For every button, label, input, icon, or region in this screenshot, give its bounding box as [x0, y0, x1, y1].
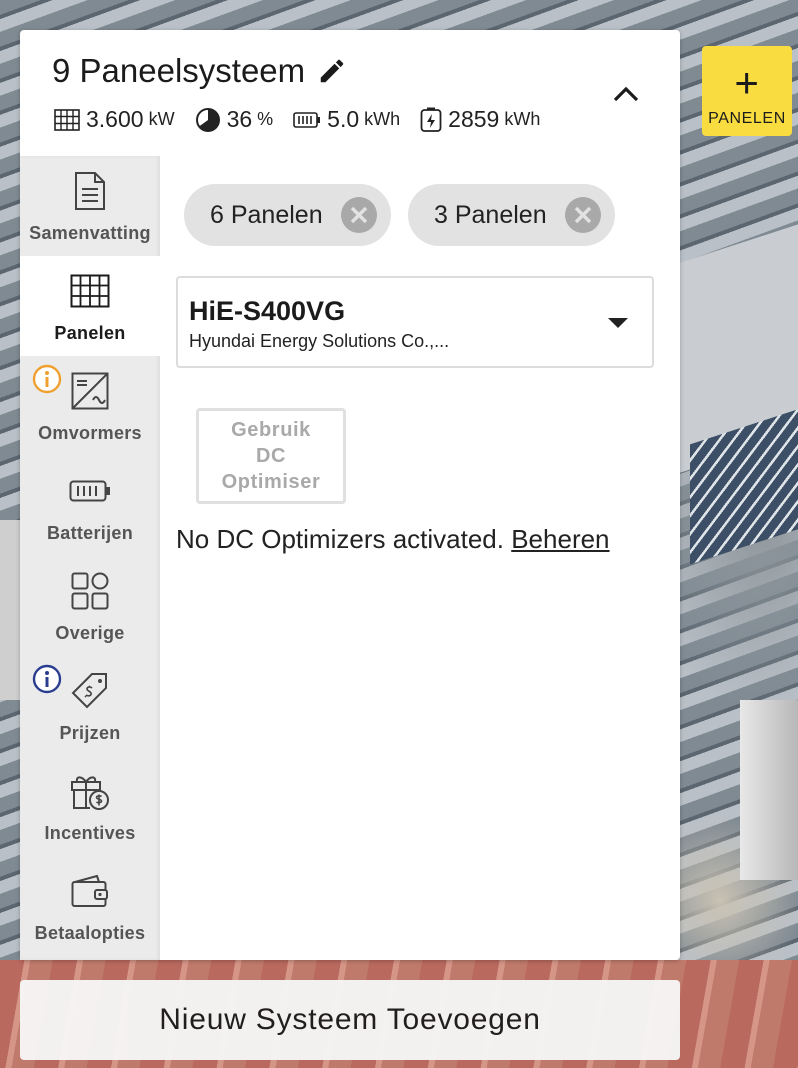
info-icon[interactable] [32, 364, 62, 394]
system-header: 9 Paneelsysteem 3.600 kW 36% 5.0 kWh 2859 k… [20, 30, 680, 156]
wallet-icon [71, 874, 108, 907]
info-icon[interactable] [32, 664, 62, 694]
tab-overige[interactable]: Overige [20, 556, 160, 656]
panel-model-select[interactable]: HiE-S400VG Hyundai Energy Solutions Co.,… [176, 276, 654, 368]
tab-samenvatting[interactable]: Samenvatting [20, 156, 160, 256]
panels-content: 6 Panelen 3 Panelen HiE-S400VG Hyundai E… [160, 156, 680, 960]
solar-panel-icon [70, 274, 110, 308]
manage-link[interactable]: Beheren [511, 524, 609, 554]
inverter-icon [71, 372, 109, 410]
tab-batterijen[interactable]: Batterijen [20, 456, 160, 556]
pie-chart-icon [195, 107, 220, 132]
panel-manufacturer: Hyundai Energy Solutions Co.,... [189, 331, 450, 351]
tab-betaalopties[interactable]: Betaalopties [20, 856, 160, 956]
optimizer-status-text: No DC Optimizers activated. Beheren [176, 524, 610, 554]
close-icon[interactable] [564, 197, 601, 233]
dropdown-arrow-icon [608, 318, 628, 328]
production-stat: 2859 kWh [420, 106, 540, 133]
tab-incentives[interactable]: Incentives [20, 756, 160, 856]
price-tag-icon [71, 673, 107, 709]
pencil-icon[interactable] [317, 56, 347, 86]
add-new-system-button[interactable]: Nieuw Systeem Toevoegen [20, 980, 680, 1060]
power-stat: 3.600 kW [54, 106, 175, 133]
grid-shapes-icon [71, 572, 109, 610]
chevron-up-icon[interactable] [612, 82, 640, 106]
battery-icon [69, 480, 110, 502]
solar-grid-icon [54, 108, 80, 131]
system-panel: 9 Paneelsysteem 3.600 kW 36% 5.0 kWh 2859 k… [20, 30, 680, 960]
battery-stat: 5.0 kWh [293, 106, 400, 133]
charging-icon [420, 107, 442, 132]
use-dc-optimiser-button[interactable]: Gebruik DC Optimiser [196, 408, 346, 504]
tab-panelen[interactable]: Panelen [20, 256, 160, 356]
panel-model: HiE-S400VG [189, 296, 346, 326]
coverage-stat: 36% [195, 106, 273, 133]
document-icon [75, 172, 105, 210]
sidebar: Samenvatting Panelen Omvormers Batterije… [20, 156, 160, 960]
panel-group-chip[interactable]: 6 Panelen [184, 184, 391, 246]
system-title-text: 9 Paneelsysteem [52, 52, 306, 89]
close-icon[interactable] [340, 197, 377, 233]
battery-icon [293, 111, 321, 128]
gift-icon [71, 776, 109, 810]
map-building-wall [0, 520, 20, 700]
plus-icon: + [734, 59, 760, 106]
system-title: 9 Paneelsysteem [52, 52, 347, 90]
map-building-wall [740, 700, 798, 880]
panel-group-chip[interactable]: 3 Panelen [408, 184, 615, 246]
add-panels-label: PANELEN [708, 110, 786, 127]
system-stats: 3.600 kW 36% 5.0 kWh 2859 kWh [54, 106, 560, 133]
add-panels-button[interactable]: + PANELEN [702, 46, 792, 136]
